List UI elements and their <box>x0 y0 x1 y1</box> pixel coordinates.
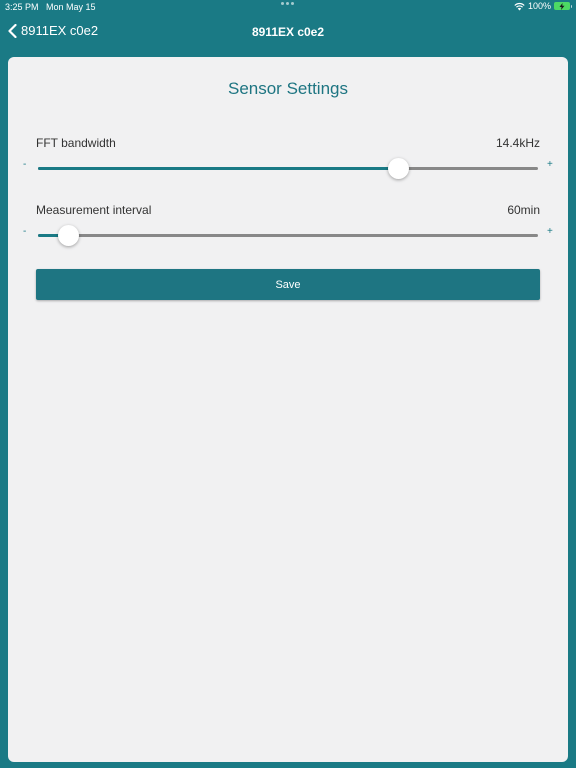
measurement-interval-label: Measurement interval <box>36 203 152 217</box>
status-time: 3:25 PM <box>5 2 39 12</box>
charging-bolt-icon <box>559 2 565 10</box>
fft-bandwidth-slider-thumb[interactable] <box>388 158 409 179</box>
wifi-icon <box>514 2 525 10</box>
settings-panel: Sensor Settings FFT bandwidth 14.4kHz - … <box>8 57 568 762</box>
multitasking-dots-icon[interactable] <box>281 2 294 5</box>
status-date: Mon May 15 <box>46 2 96 12</box>
fft-bandwidth-plus[interactable]: + <box>547 159 553 170</box>
fft-bandwidth-slider[interactable] <box>38 157 538 181</box>
battery-percent: 100% <box>527 1 551 11</box>
fft-bandwidth-value: 14.4kHz <box>495 136 540 150</box>
page-title: Sensor Settings <box>227 79 348 98</box>
measurement-interval-slider-thumb[interactable] <box>58 225 79 246</box>
measurement-interval-plus[interactable]: + <box>547 226 553 237</box>
measurement-interval-minus[interactable]: - <box>23 226 26 237</box>
fft-bandwidth-minus[interactable]: - <box>23 159 26 170</box>
fft-bandwidth-slider-fill <box>38 167 398 170</box>
save-button[interactable]: Save <box>36 269 540 300</box>
measurement-interval-slider[interactable] <box>38 224 538 248</box>
nav-title: 8911EX c0e2 <box>251 25 325 39</box>
measurement-interval-slider-track <box>38 234 538 237</box>
status-right: 100% <box>514 1 572 11</box>
measurement-interval-value: 60min <box>507 203 540 217</box>
navigation-bar: 8911EX c0e2 8911EX c0e2 <box>0 14 576 54</box>
fft-bandwidth-label: FFT bandwidth <box>36 136 116 150</box>
battery-icon <box>554 2 572 10</box>
status-bar: 3:25 PM Mon May 15 100% <box>0 0 576 14</box>
